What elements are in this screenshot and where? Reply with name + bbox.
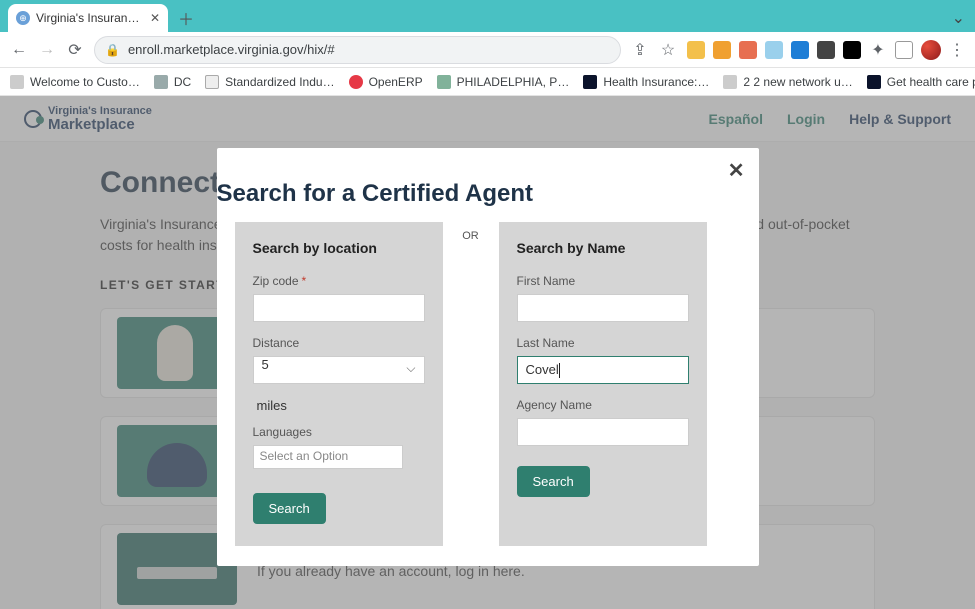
bookmark-item[interactable]: Welcome to Custo…	[10, 75, 140, 89]
lock-icon: 🔒	[105, 43, 120, 57]
new-tab-button[interactable]: ＋	[174, 6, 198, 30]
tab-close-icon[interactable]: ✕	[150, 11, 160, 25]
browser-menu-icon[interactable]: ⋮	[949, 40, 965, 60]
first-name-label: First Name	[517, 274, 689, 288]
extension-icon[interactable]	[843, 41, 861, 59]
panel-heading: Search by location	[253, 240, 425, 256]
search-by-name-button[interactable]: Search	[517, 466, 590, 497]
extension-icons: ✦ ⋮	[687, 40, 965, 60]
text-caret	[559, 363, 560, 378]
page-viewport: Virginia's Insurance Marketplace Español…	[0, 96, 975, 609]
reload-button[interactable]: ⟳	[66, 40, 84, 60]
window-chevron-icon[interactable]: ⌄	[952, 8, 965, 28]
address-bar[interactable]: 🔒 enroll.marketplace.virginia.gov/hix/#	[94, 36, 621, 64]
bookmark-star-icon[interactable]: ☆	[659, 40, 677, 60]
panel-heading: Search by Name	[517, 240, 689, 256]
distance-select[interactable]: 5	[253, 356, 425, 384]
share-icon[interactable]: ⇪	[631, 40, 649, 60]
agent-search-modal: ✕ Search for a Certified Agent Search by…	[217, 148, 759, 566]
search-by-location-panel: Search by location Zip code* Distance 5 …	[235, 222, 443, 546]
back-button[interactable]: ←	[10, 41, 28, 59]
bookmark-item[interactable]: PHILADELPHIA, P…	[437, 75, 570, 89]
or-divider: OR	[443, 222, 499, 546]
tab-favicon: ⊕	[16, 11, 30, 25]
bookmark-item[interactable]: Standardized Indu…	[205, 75, 334, 89]
extension-icon[interactable]	[895, 41, 913, 59]
bookmarks-bar: Welcome to Custo… DC Standardized Indu… …	[0, 68, 975, 96]
search-by-name-panel: Search by Name First Name Last Name Cove…	[499, 222, 707, 546]
zip-input[interactable]	[253, 294, 425, 322]
extension-icon[interactable]	[713, 41, 731, 59]
browser-tab-active[interactable]: ⊕ Virginia's Insurance Marketpla ✕	[8, 4, 168, 32]
last-name-input[interactable]: Covel	[517, 356, 689, 384]
modal-overlay[interactable]: ✕ Search for a Certified Agent Search by…	[0, 96, 975, 609]
bookmark-item[interactable]: Get health care pr…	[867, 75, 975, 89]
agency-name-input[interactable]	[517, 418, 689, 446]
modal-title: Search for a Certified Agent	[217, 162, 759, 222]
browser-tabstrip: ⊕ Virginia's Insurance Marketpla ✕ ＋ ⌄	[0, 0, 975, 32]
bookmark-item[interactable]: OpenERP	[349, 75, 423, 89]
zip-label: Zip code*	[253, 274, 425, 288]
profile-avatar[interactable]	[921, 40, 941, 60]
extension-icon[interactable]	[739, 41, 757, 59]
forward-button: →	[38, 41, 56, 59]
languages-select[interactable]: Select an Option	[253, 445, 403, 469]
url-text: enroll.marketplace.virginia.gov/hix/#	[128, 42, 335, 57]
distance-label: Distance	[253, 336, 425, 350]
browser-toolbar: ← → ⟳ 🔒 enroll.marketplace.virginia.gov/…	[0, 32, 975, 68]
miles-label: miles	[257, 398, 425, 413]
tab-title: Virginia's Insurance Marketpla	[36, 11, 144, 25]
languages-label: Languages	[253, 425, 425, 439]
first-name-input[interactable]	[517, 294, 689, 322]
bookmark-item[interactable]: DC	[154, 75, 191, 89]
extension-icon[interactable]	[791, 41, 809, 59]
agency-name-label: Agency Name	[517, 398, 689, 412]
close-icon[interactable]: ✕	[728, 158, 745, 183]
extension-icon[interactable]	[817, 41, 835, 59]
bookmark-item[interactable]: Health Insurance:…	[583, 75, 709, 89]
extensions-puzzle-icon[interactable]: ✦	[869, 40, 887, 60]
extension-icon[interactable]	[765, 41, 783, 59]
extension-icon[interactable]	[687, 41, 705, 59]
bookmark-item[interactable]: 2 2 new network u…	[723, 75, 852, 89]
last-name-label: Last Name	[517, 336, 689, 350]
search-by-location-button[interactable]: Search	[253, 493, 326, 524]
